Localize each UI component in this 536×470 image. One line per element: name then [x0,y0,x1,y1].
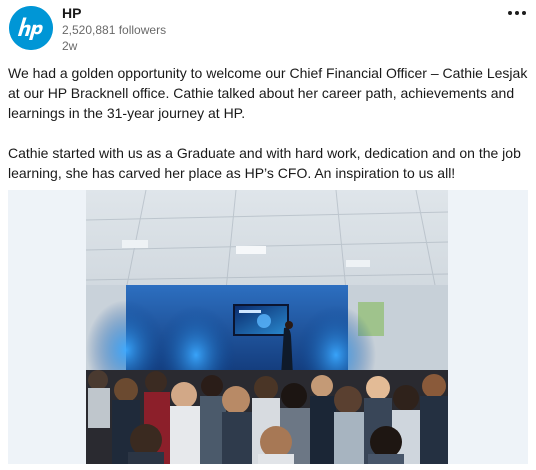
commentary-paragraph: We had a golden opportunity to welcome o… [8,65,528,121]
actor-name-link[interactable]: HP [62,4,166,22]
overflow-menu-icon [508,11,526,15]
event-photo-image [86,190,448,464]
post-options-button[interactable] [504,2,530,24]
follower-count: 2,520,881 followers [62,23,167,37]
post-media [8,190,528,464]
post-commentary: We had a golden opportunity to welcome o… [8,63,532,183]
hp-logo-icon [9,6,53,50]
commentary-paragraph: Cathie started with us as a Graduate and… [8,145,521,181]
event-photo[interactable] [86,190,448,464]
feed-post: HP 2,520,881 followers 2w We had a golde… [0,0,536,470]
post-timestamp: 2w [62,39,78,53]
post-actor: HP 2,520,881 followers 2w [62,4,166,54]
company-logo[interactable] [9,6,53,50]
